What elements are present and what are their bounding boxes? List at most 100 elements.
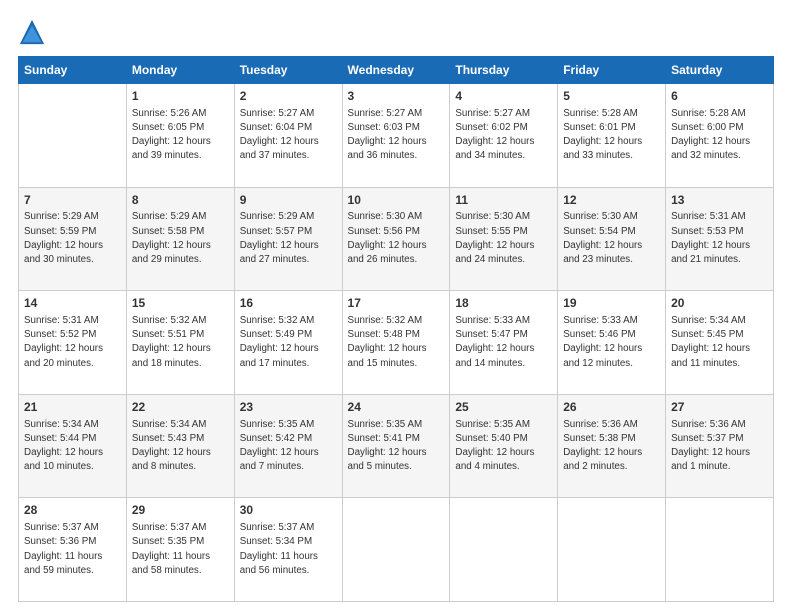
calendar-cell: 17 Sunrise: 5:32 AM Sunset: 5:48 PM Dayli… xyxy=(342,291,450,395)
calendar-cell: 4Sunrise: 5:27 AM Sunset: 6:02 PM Daylig… xyxy=(450,84,558,188)
page: SundayMondayTuesdayWednesdayThursdayFrid… xyxy=(0,0,792,612)
day-info: Sunrise: 5:30 AM Sunset: 5:55 PM Dayligh… xyxy=(455,210,552,267)
calendar-cell xyxy=(342,498,450,602)
day-info: Sunrise: 5:29 AM Sunset: 5:58 PM Dayligh… xyxy=(132,210,229,267)
calendar-cell: 12Sunrise: 5:30 AM Sunset: 5:54 PM Dayli… xyxy=(558,187,666,291)
calendar-cell: 7Sunrise: 5:29 AM Sunset: 5:59 PM Daylig… xyxy=(19,187,127,291)
header-day-sunday: Sunday xyxy=(19,57,127,84)
day-number: 3 xyxy=(348,88,445,105)
calendar-cell: 2 Sunrise: 5:27 AM Sunset: 6:04 PM Daylig… xyxy=(234,84,342,188)
day-number: 10 xyxy=(348,192,445,209)
day-info: Sunrise: 5:32 AM Sunset: 5:49 PM Dayligh… xyxy=(240,314,337,371)
calendar-cell: 19 Sunrise: 5:33 AM Sunset: 5:46 PM Dayli… xyxy=(558,291,666,395)
header-day-tuesday: Tuesday xyxy=(234,57,342,84)
calendar-header: SundayMondayTuesdayWednesdayThursdayFrid… xyxy=(19,57,774,84)
calendar-cell: 29 Sunrise: 5:37 AM Sunset: 5:35 PM Dayli… xyxy=(126,498,234,602)
day-number: 14 xyxy=(24,295,121,312)
calendar-cell xyxy=(558,498,666,602)
day-number: 1 xyxy=(132,88,229,105)
calendar-cell: 24Sunrise: 5:35 AM Sunset: 5:41 PM Dayli… xyxy=(342,394,450,498)
week-row-4: 28 Sunrise: 5:37 AM Sunset: 5:36 PM Dayli… xyxy=(19,498,774,602)
day-number: 16 xyxy=(240,295,337,312)
day-info: Sunrise: 5:34 AM Sunset: 5:44 PM Dayligh… xyxy=(24,418,121,475)
day-number: 2 xyxy=(240,88,337,105)
day-info: Sunrise: 5:37 AM Sunset: 5:35 PM Dayligh… xyxy=(132,521,229,578)
header xyxy=(18,18,774,46)
header-day-saturday: Saturday xyxy=(666,57,774,84)
calendar-cell: 26 Sunrise: 5:36 AM Sunset: 5:38 PM Dayli… xyxy=(558,394,666,498)
calendar-cell: 13Sunrise: 5:31 AM Sunset: 5:53 PM Dayli… xyxy=(666,187,774,291)
calendar-cell: 21 Sunrise: 5:34 AM Sunset: 5:44 PM Dayli… xyxy=(19,394,127,498)
header-day-wednesday: Wednesday xyxy=(342,57,450,84)
day-info: Sunrise: 5:30 AM Sunset: 5:54 PM Dayligh… xyxy=(563,210,660,267)
day-info: Sunrise: 5:37 AM Sunset: 5:36 PM Dayligh… xyxy=(24,521,121,578)
week-row-1: 7Sunrise: 5:29 AM Sunset: 5:59 PM Daylig… xyxy=(19,187,774,291)
day-info: Sunrise: 5:30 AM Sunset: 5:56 PM Dayligh… xyxy=(348,210,445,267)
day-number: 21 xyxy=(24,399,121,416)
day-info: Sunrise: 5:34 AM Sunset: 5:43 PM Dayligh… xyxy=(132,418,229,475)
day-info: Sunrise: 5:27 AM Sunset: 6:02 PM Dayligh… xyxy=(455,107,552,164)
day-number: 17 xyxy=(348,295,445,312)
day-number: 15 xyxy=(132,295,229,312)
day-number: 18 xyxy=(455,295,552,312)
week-row-0: 1 Sunrise: 5:26 AM Sunset: 6:05 PM Daylig… xyxy=(19,84,774,188)
calendar-cell: 10Sunrise: 5:30 AM Sunset: 5:56 PM Dayli… xyxy=(342,187,450,291)
calendar-cell: 22 Sunrise: 5:34 AM Sunset: 5:43 PM Dayli… xyxy=(126,394,234,498)
calendar-cell xyxy=(19,84,127,188)
day-number: 9 xyxy=(240,192,337,209)
calendar-cell: 20Sunrise: 5:34 AM Sunset: 5:45 PM Dayli… xyxy=(666,291,774,395)
day-info: Sunrise: 5:29 AM Sunset: 5:57 PM Dayligh… xyxy=(240,210,337,267)
day-info: Sunrise: 5:31 AM Sunset: 5:52 PM Dayligh… xyxy=(24,314,121,371)
calendar-cell: 27 Sunrise: 5:36 AM Sunset: 5:37 PM Dayli… xyxy=(666,394,774,498)
day-info: Sunrise: 5:37 AM Sunset: 5:34 PM Dayligh… xyxy=(240,521,337,578)
day-info: Sunrise: 5:36 AM Sunset: 5:38 PM Dayligh… xyxy=(563,418,660,475)
day-number: 7 xyxy=(24,192,121,209)
header-day-thursday: Thursday xyxy=(450,57,558,84)
day-number: 12 xyxy=(563,192,660,209)
day-number: 5 xyxy=(563,88,660,105)
day-number: 19 xyxy=(563,295,660,312)
day-number: 30 xyxy=(240,502,337,519)
day-number: 26 xyxy=(563,399,660,416)
day-info: Sunrise: 5:28 AM Sunset: 6:01 PM Dayligh… xyxy=(563,107,660,164)
calendar-table: SundayMondayTuesdayWednesdayThursdayFrid… xyxy=(18,56,774,602)
calendar-cell xyxy=(450,498,558,602)
calendar-cell: 30 Sunrise: 5:37 AM Sunset: 5:34 PM Dayli… xyxy=(234,498,342,602)
calendar-cell: 25Sunrise: 5:35 AM Sunset: 5:40 PM Dayli… xyxy=(450,394,558,498)
calendar-cell: 23Sunrise: 5:35 AM Sunset: 5:42 PM Dayli… xyxy=(234,394,342,498)
day-info: Sunrise: 5:33 AM Sunset: 5:46 PM Dayligh… xyxy=(563,314,660,371)
day-info: Sunrise: 5:26 AM Sunset: 6:05 PM Dayligh… xyxy=(132,107,229,164)
day-number: 22 xyxy=(132,399,229,416)
calendar-cell: 14 Sunrise: 5:31 AM Sunset: 5:52 PM Dayli… xyxy=(19,291,127,395)
day-info: Sunrise: 5:27 AM Sunset: 6:04 PM Dayligh… xyxy=(240,107,337,164)
day-number: 24 xyxy=(348,399,445,416)
day-info: Sunrise: 5:34 AM Sunset: 5:45 PM Dayligh… xyxy=(671,314,768,371)
day-info: Sunrise: 5:29 AM Sunset: 5:59 PM Dayligh… xyxy=(24,210,121,267)
week-row-3: 21 Sunrise: 5:34 AM Sunset: 5:44 PM Dayli… xyxy=(19,394,774,498)
day-number: 8 xyxy=(132,192,229,209)
day-number: 6 xyxy=(671,88,768,105)
header-day-friday: Friday xyxy=(558,57,666,84)
day-number: 29 xyxy=(132,502,229,519)
day-info: Sunrise: 5:32 AM Sunset: 5:48 PM Dayligh… xyxy=(348,314,445,371)
calendar-cell: 5 Sunrise: 5:28 AM Sunset: 6:01 PM Daylig… xyxy=(558,84,666,188)
week-row-2: 14 Sunrise: 5:31 AM Sunset: 5:52 PM Dayli… xyxy=(19,291,774,395)
day-info: Sunrise: 5:36 AM Sunset: 5:37 PM Dayligh… xyxy=(671,418,768,475)
day-info: Sunrise: 5:33 AM Sunset: 5:47 PM Dayligh… xyxy=(455,314,552,371)
calendar-body: 1 Sunrise: 5:26 AM Sunset: 6:05 PM Daylig… xyxy=(19,84,774,602)
day-info: Sunrise: 5:27 AM Sunset: 6:03 PM Dayligh… xyxy=(348,107,445,164)
calendar-cell: 6Sunrise: 5:28 AM Sunset: 6:00 PM Daylig… xyxy=(666,84,774,188)
calendar-cell: 8Sunrise: 5:29 AM Sunset: 5:58 PM Daylig… xyxy=(126,187,234,291)
day-number: 13 xyxy=(671,192,768,209)
day-number: 27 xyxy=(671,399,768,416)
calendar-cell: 28 Sunrise: 5:37 AM Sunset: 5:36 PM Dayli… xyxy=(19,498,127,602)
calendar-cell: 16 Sunrise: 5:32 AM Sunset: 5:49 PM Dayli… xyxy=(234,291,342,395)
header-day-monday: Monday xyxy=(126,57,234,84)
day-number: 25 xyxy=(455,399,552,416)
logo xyxy=(18,18,50,46)
day-number: 28 xyxy=(24,502,121,519)
calendar-cell xyxy=(666,498,774,602)
logo-icon xyxy=(18,18,46,46)
day-info: Sunrise: 5:35 AM Sunset: 5:42 PM Dayligh… xyxy=(240,418,337,475)
day-number: 11 xyxy=(455,192,552,209)
